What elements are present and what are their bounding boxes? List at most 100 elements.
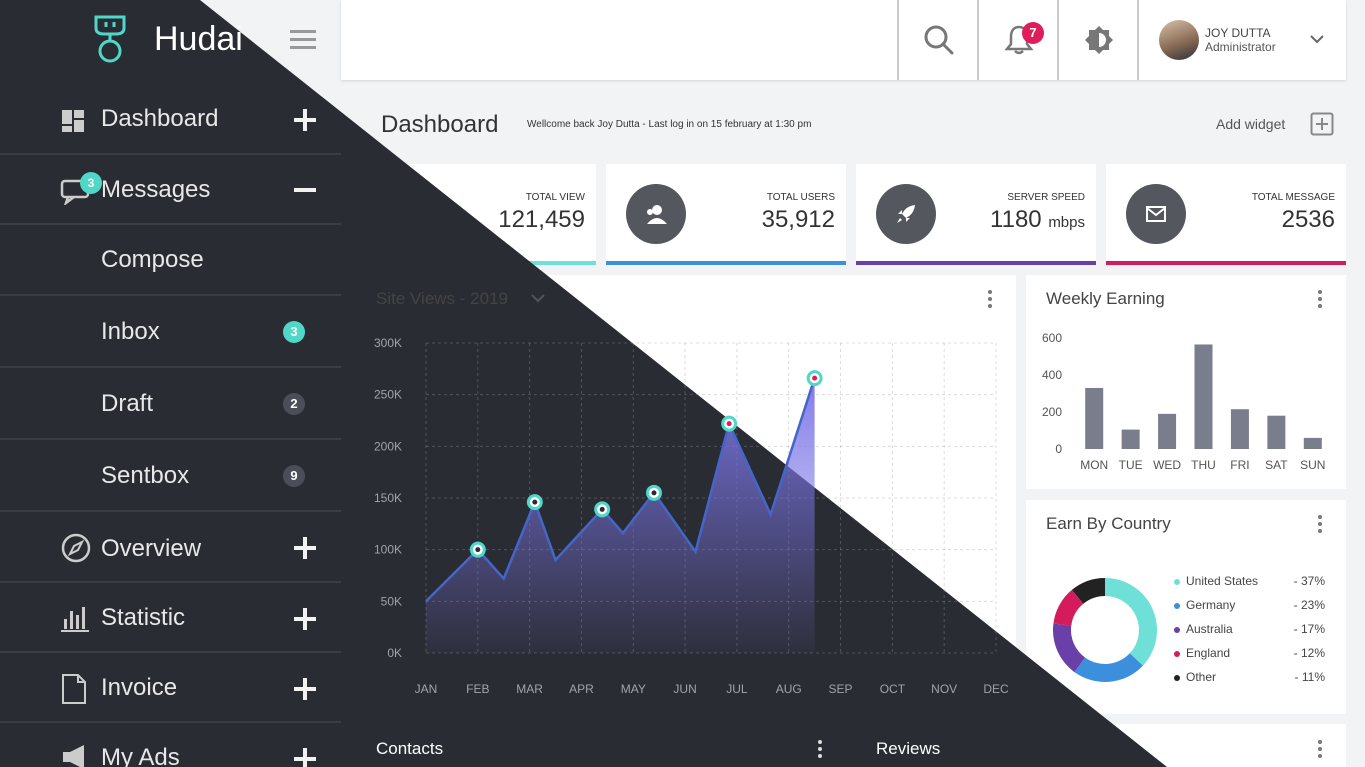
sidebar-item-label: Dashboard xyxy=(101,105,219,132)
chevron-down-icon[interactable] xyxy=(1309,33,1325,45)
y-tick-label: 0 xyxy=(1055,442,1062,456)
add-square-icon[interactable] xyxy=(1310,112,1334,136)
site-views-chart: 0K 50K 100K 150K 200K 250K 300K JAN FEB MAR APR MA… xyxy=(374,336,1009,696)
x-tick-label: OCT xyxy=(880,682,906,696)
x-tick-label: THU xyxy=(1191,458,1216,472)
more-vertical-icon[interactable] xyxy=(1316,289,1324,309)
dashboard-icon xyxy=(62,110,84,132)
sidebar-item-messages[interactable]: 3 Messages xyxy=(0,155,341,225)
more-vertical-icon[interactable] xyxy=(816,739,824,759)
x-axis-ticks: JAN FEB MAR APR MAY JUN JUL AUG SEP OCT NOV DEC xyxy=(415,682,1009,696)
notifications-button[interactable]: 7 xyxy=(977,0,1057,80)
megaphone-icon xyxy=(63,745,84,767)
plus-icon[interactable] xyxy=(293,536,317,560)
stat-value: 1180 mbps xyxy=(990,206,1085,233)
plus-icon[interactable] xyxy=(293,747,317,767)
stat-label: TOTAL USERS xyxy=(766,192,835,203)
y-tick-label: 50K xyxy=(381,594,402,608)
sidebar-item-statistic[interactable]: Statistic xyxy=(0,583,341,653)
user-name: JOY DUTTA xyxy=(1205,26,1271,40)
legend-percent: - 37% xyxy=(1293,574,1325,588)
bar-chart-icon xyxy=(61,607,89,632)
chart-point-center xyxy=(812,375,818,381)
sidebar-item-inbox[interactable]: Inbox 3 xyxy=(0,296,341,368)
x-tick-label: JUN xyxy=(673,682,696,696)
stat-icon-circle xyxy=(626,184,686,244)
plus-icon[interactable] xyxy=(293,108,317,132)
sidebar-item-overview[interactable]: Overview xyxy=(0,512,341,583)
menu-icon[interactable] xyxy=(290,28,316,52)
avatar xyxy=(1159,20,1199,60)
search-button[interactable] xyxy=(897,0,977,80)
x-tick-label: TUE xyxy=(1119,458,1143,472)
bar xyxy=(1121,429,1140,449)
stat-accent-bar xyxy=(606,261,846,265)
sidebar-item-label: Overview xyxy=(101,535,202,562)
x-tick-label: JUL xyxy=(726,682,748,696)
sidebar-item-sentbox[interactable]: Sentbox 9 xyxy=(0,440,341,512)
sidebar-item-dashboard[interactable]: Dashboard xyxy=(0,84,341,155)
sidebar-item-compose[interactable]: Compose xyxy=(0,225,341,296)
sentbox-count-badge: 9 xyxy=(283,465,305,487)
legend-percent: - 11% xyxy=(1294,670,1325,684)
legend-percent: - 23% xyxy=(1293,598,1325,612)
stat-label: SERVER SPEED xyxy=(1007,192,1085,203)
stat-accent-bar xyxy=(856,261,1096,265)
x-tick-label: WED xyxy=(1153,458,1181,472)
earn-by-country-donut xyxy=(1053,578,1157,682)
bar xyxy=(1267,415,1286,449)
more-vertical-icon[interactable] xyxy=(1316,739,1324,759)
logo-icon xyxy=(94,15,126,63)
legend-item: Germany xyxy=(1174,598,1235,612)
legend-item: England xyxy=(1174,646,1230,660)
sidebar-item-my-ads[interactable]: My Ads xyxy=(0,723,341,767)
sidebar-item-label: Inbox xyxy=(101,318,160,345)
notification-badge: 7 xyxy=(1022,22,1044,44)
y-tick-label: 600 xyxy=(1042,331,1062,345)
stat-card-total-message: TOTAL MESSAGE 2536 xyxy=(1106,164,1346,265)
draft-count-badge: 2 xyxy=(283,393,305,415)
plus-icon[interactable] xyxy=(293,607,317,631)
sidebar-item-label: Statistic xyxy=(101,604,186,631)
rocket-icon xyxy=(897,205,915,223)
x-tick-label: MAY xyxy=(621,682,646,696)
user-menu[interactable]: JOY DUTTA Administrator xyxy=(1137,0,1346,80)
stat-icon-circle xyxy=(376,184,436,244)
minus-icon[interactable] xyxy=(293,188,317,193)
stat-icon-circle xyxy=(876,184,936,244)
y-tick-label: 300K xyxy=(374,336,402,350)
stat-card-server-speed: SERVER SPEED 1180 mbps xyxy=(856,164,1096,265)
brightness-icon xyxy=(1085,26,1113,54)
y-tick-label: 200 xyxy=(1042,405,1062,419)
plus-icon[interactable] xyxy=(293,677,317,701)
sidebar-item-label: Messages xyxy=(101,176,211,203)
x-tick-label: SUN xyxy=(1300,458,1325,472)
chart-point-center xyxy=(651,490,657,496)
x-tick-label: JAN xyxy=(415,682,438,696)
sidebar: Hudai Dashboard 3 Messages Compose Inbox… xyxy=(0,0,341,767)
sidebar-item-invoice[interactable]: Invoice xyxy=(0,653,341,723)
users-icon xyxy=(647,205,667,224)
bar xyxy=(1194,344,1213,449)
bar xyxy=(1158,413,1177,449)
sidebar-item-draft[interactable]: Draft 2 xyxy=(0,368,341,440)
brand-title: Hudai xyxy=(154,20,243,58)
chart-area-fill xyxy=(426,378,815,653)
more-vertical-icon[interactable] xyxy=(986,289,994,309)
stat-value: 121,459 xyxy=(498,206,585,233)
weekly-earning-chart: 0 200 400 600 MON TUE WED THU FRI SAT SUN xyxy=(1042,331,1325,472)
y-axis-ticks: 0K 50K 100K 150K 200K 250K 300K xyxy=(374,336,402,660)
more-vertical-icon[interactable] xyxy=(1316,514,1324,534)
brand-header: Hudai xyxy=(0,0,341,82)
y-tick-label: 200K xyxy=(374,439,402,453)
add-widget-button[interactable]: Add widget xyxy=(1216,116,1285,132)
chevron-down-icon[interactable] xyxy=(530,292,546,304)
sidebar-item-label: Compose xyxy=(101,246,204,273)
legend-item: Australia xyxy=(1174,622,1233,636)
chart-point-center xyxy=(532,499,538,505)
x-tick-label: MAR xyxy=(516,682,543,696)
theme-toggle-button[interactable] xyxy=(1057,0,1137,80)
sidebar-item-label: Draft xyxy=(101,390,154,417)
chart-point-center xyxy=(726,421,732,427)
x-tick-label: DEC xyxy=(983,682,1009,696)
